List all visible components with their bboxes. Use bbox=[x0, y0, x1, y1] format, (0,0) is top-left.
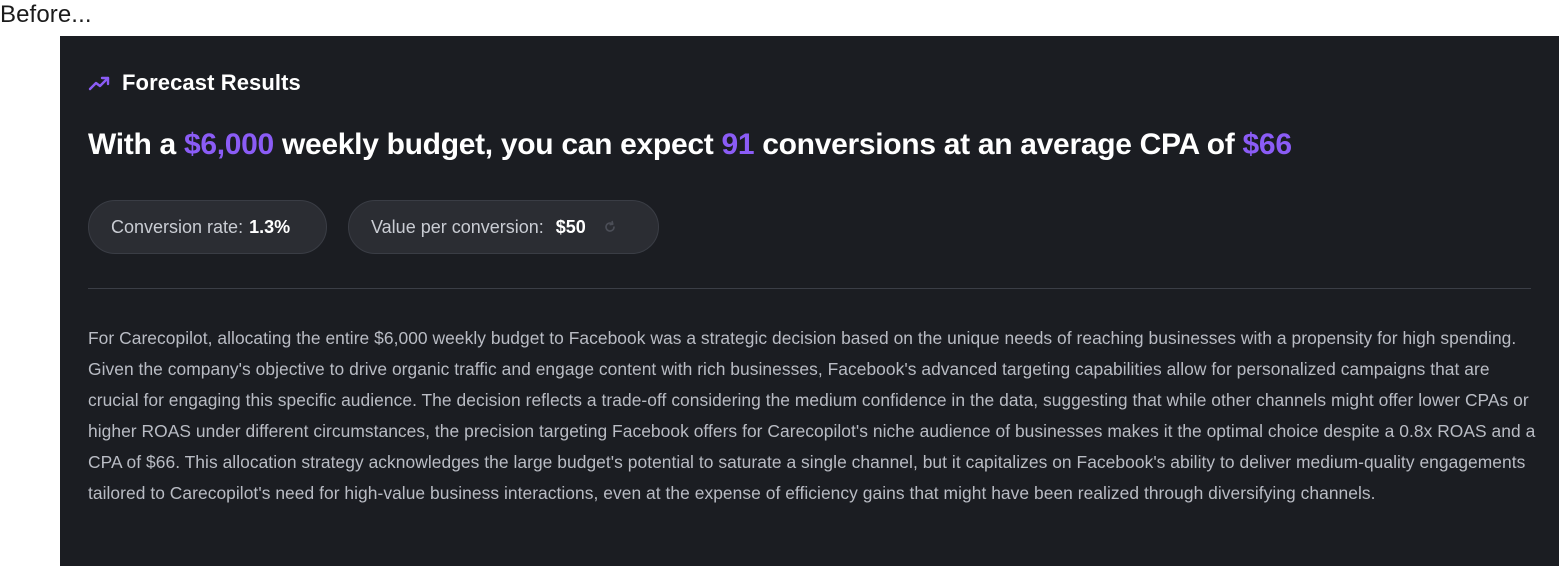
conversion-rate-value: 1.3% bbox=[249, 216, 291, 237]
conversion-rate-pill: Conversion rate: 1.3% bbox=[88, 200, 327, 254]
divider bbox=[88, 288, 1531, 289]
forecast-results-panel: Forecast Results With a $6,000 weekly bu… bbox=[60, 36, 1559, 566]
headline-text: weekly budget, you can expect bbox=[273, 128, 722, 161]
forecast-headline: With a $6,000 weekly budget, you can exp… bbox=[88, 128, 1292, 162]
value-per-conversion-value: $50 bbox=[555, 216, 586, 237]
forecast-header: Forecast Results bbox=[88, 70, 301, 96]
metric-pills: Conversion rate: 1.3% Value per conversi… bbox=[88, 200, 659, 254]
value-per-conversion-pill[interactable]: Value per conversion: $50 bbox=[348, 200, 659, 254]
cpa-value: $66 bbox=[1242, 128, 1292, 161]
value-per-conversion-label: Value per conversion: bbox=[371, 216, 544, 237]
conversion-rate-label: Conversion rate: bbox=[111, 216, 244, 237]
budget-value: $6,000 bbox=[183, 128, 274, 161]
forecast-title: Forecast Results bbox=[122, 70, 301, 95]
trending-up-icon bbox=[88, 71, 112, 95]
conversions-value: 91 bbox=[721, 128, 755, 161]
headline-text: conversions at an average CPA of bbox=[754, 128, 1243, 161]
forecast-explanation: For Carecopilot, allocating the entire $… bbox=[88, 328, 1536, 503]
refresh-icon[interactable] bbox=[602, 219, 618, 235]
headline-text: With a bbox=[88, 128, 184, 161]
caption: Before... bbox=[0, 1, 92, 28]
